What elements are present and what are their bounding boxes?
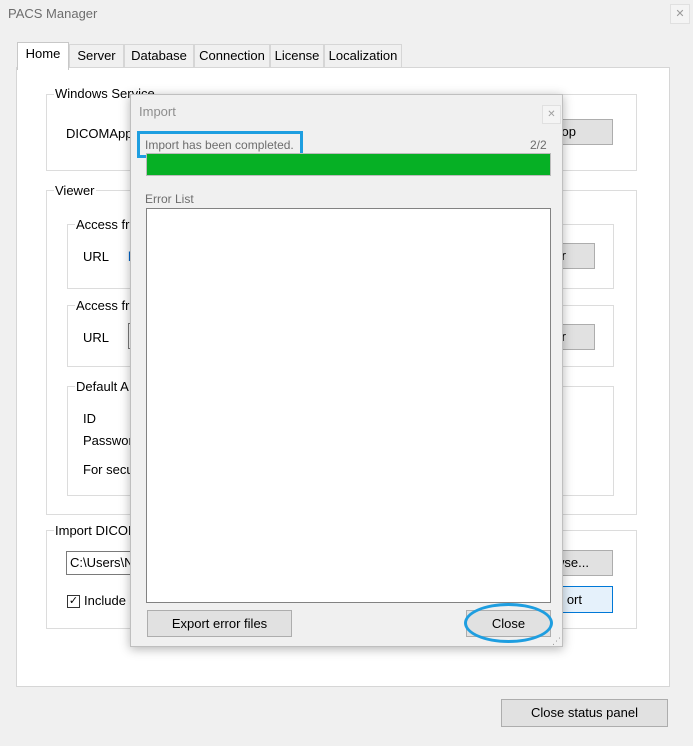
error-list-label: Error List (145, 192, 194, 206)
tab-connection[interactable]: Connection (194, 44, 270, 68)
include-subfolders-label: Include s (84, 593, 137, 608)
include-subfolders-checkbox[interactable]: ✓ (67, 595, 80, 608)
tab-localization[interactable]: Localization (324, 44, 402, 68)
tab-database[interactable]: Database (124, 44, 194, 68)
tab-license[interactable]: License (270, 44, 324, 68)
viewer-title: Viewer (54, 183, 96, 198)
resize-grip-icon[interactable]: ⋰ (552, 636, 561, 647)
security-note: For secu (83, 462, 134, 477)
service-name-label: DICOMApp (66, 126, 133, 141)
import-dialog-title: Import (139, 104, 176, 119)
access-group-1-title: Access fro (75, 217, 138, 232)
id-label: ID (83, 411, 96, 426)
window-title: PACS Manager (8, 6, 98, 21)
import-dialog-close-icon[interactable]: ✕ (542, 105, 561, 124)
import-counter: 2/2 (530, 138, 547, 152)
window-close-icon[interactable]: ✕ (670, 4, 690, 24)
close-highlight-annotation (464, 603, 553, 643)
default-account-title: Default A (75, 379, 130, 394)
import-dialog: Import ✕ Import has been completed. 2/2 … (130, 94, 563, 647)
error-list[interactable] (146, 208, 551, 603)
export-error-files-button[interactable]: Export error files (147, 610, 292, 637)
access-2-url-label: URL (83, 330, 110, 345)
tab-server[interactable]: Server (69, 44, 124, 68)
import-progress-bar (146, 153, 551, 176)
close-status-panel-button[interactable]: Close status panel (501, 699, 668, 727)
access-group-2-title: Access fro (75, 298, 138, 313)
tab-home[interactable]: Home (17, 42, 69, 70)
access-1-url-label: URL (83, 249, 110, 264)
password-label: Passwor (83, 433, 133, 448)
import-dicom-title: Import DICOM (54, 523, 140, 538)
import-progress-fill (147, 154, 550, 175)
import-path-input[interactable]: C:\Users\N (66, 551, 136, 575)
